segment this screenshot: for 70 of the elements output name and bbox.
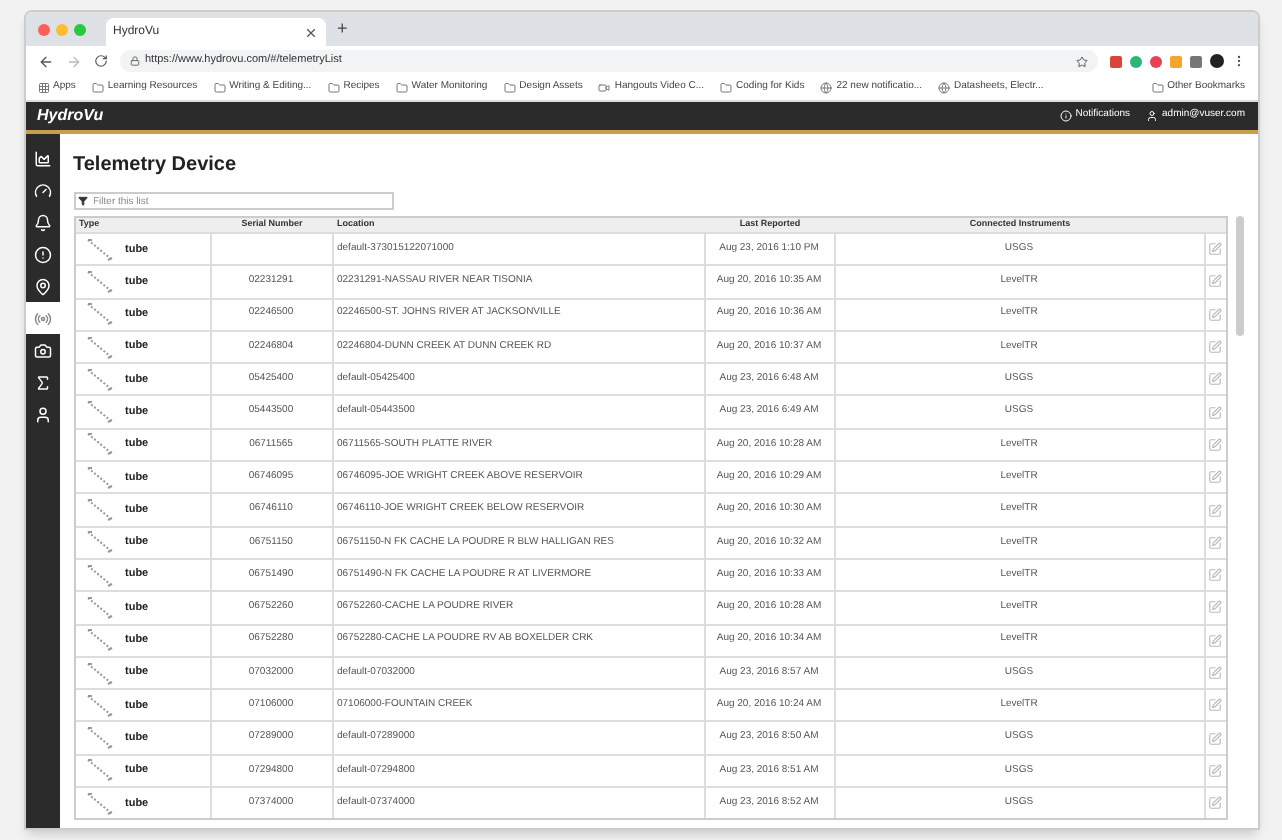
edit-icon[interactable] bbox=[1208, 503, 1222, 518]
folder-icon bbox=[720, 82, 733, 94]
user-icon bbox=[33, 405, 51, 423]
edit-icon[interactable] bbox=[1208, 372, 1222, 387]
close-icon[interactable] bbox=[303, 25, 317, 39]
bell-icon bbox=[33, 213, 51, 231]
logo[interactable]: HydroVu bbox=[37, 104, 104, 128]
edit-icon[interactable] bbox=[1208, 437, 1222, 452]
tube-icon bbox=[85, 758, 113, 783]
folder-icon bbox=[503, 82, 516, 94]
tube-icon bbox=[85, 400, 113, 425]
folder-icon bbox=[91, 82, 104, 94]
globe-icon bbox=[938, 82, 951, 94]
page-title: Telemetry Device bbox=[73, 152, 239, 180]
tube-icon bbox=[85, 269, 113, 294]
tube-icon bbox=[85, 628, 113, 653]
edit-icon[interactable] bbox=[1208, 698, 1222, 713]
video-icon bbox=[598, 82, 611, 94]
edit-icon[interactable] bbox=[1208, 633, 1222, 648]
tube-icon bbox=[85, 237, 113, 262]
edit-icon[interactable] bbox=[1208, 666, 1222, 680]
info-icon bbox=[1059, 110, 1072, 122]
edit-icon[interactable] bbox=[1208, 796, 1222, 811]
edit-icon[interactable] bbox=[1208, 242, 1222, 257]
tube-icon bbox=[85, 563, 113, 588]
back-icon[interactable] bbox=[37, 53, 53, 69]
tube-icon bbox=[85, 367, 113, 392]
folder-icon bbox=[1151, 82, 1164, 94]
filter-icon bbox=[77, 196, 87, 206]
tube-icon bbox=[85, 661, 113, 685]
tube-icon bbox=[85, 791, 113, 816]
chart-icon bbox=[33, 149, 51, 167]
new-tab-button[interactable]: + bbox=[337, 15, 348, 43]
tube-icon bbox=[85, 530, 113, 555]
tube-icon bbox=[85, 302, 113, 327]
user-icon bbox=[1146, 110, 1159, 122]
globe-icon bbox=[820, 82, 833, 94]
edit-icon[interactable] bbox=[1208, 535, 1222, 550]
folder-icon bbox=[395, 82, 408, 94]
edit-icon[interactable] bbox=[1208, 274, 1222, 289]
signal-icon bbox=[33, 309, 51, 327]
sigma-icon bbox=[33, 373, 51, 391]
edit-icon[interactable] bbox=[1208, 307, 1222, 322]
tube-icon bbox=[85, 465, 113, 490]
edit-icon[interactable] bbox=[1208, 340, 1222, 355]
edit-icon[interactable] bbox=[1208, 470, 1222, 485]
edit-icon[interactable] bbox=[1208, 731, 1222, 746]
edit-icon[interactable] bbox=[1208, 405, 1222, 420]
edit-icon[interactable] bbox=[1208, 600, 1222, 615]
tube-icon bbox=[85, 335, 113, 360]
tube-icon bbox=[85, 726, 113, 751]
tube-icon bbox=[85, 693, 113, 718]
edit-icon[interactable] bbox=[1208, 763, 1222, 778]
alert-icon bbox=[33, 245, 51, 263]
scrollbar[interactable] bbox=[1235, 216, 1243, 336]
folder-icon bbox=[327, 82, 340, 94]
tube-icon bbox=[85, 432, 113, 457]
forward-icon[interactable] bbox=[65, 53, 81, 69]
reload-icon[interactable] bbox=[93, 54, 107, 68]
tube-icon bbox=[85, 498, 113, 523]
pin-icon bbox=[33, 277, 51, 295]
edit-icon[interactable] bbox=[1208, 568, 1222, 583]
grid-icon bbox=[37, 82, 49, 94]
gauge-icon bbox=[33, 181, 51, 199]
camera-icon bbox=[33, 341, 51, 359]
star-icon[interactable] bbox=[1075, 55, 1087, 67]
profile-icon[interactable] bbox=[1209, 54, 1223, 68]
lock-icon bbox=[129, 56, 139, 66]
folder-icon bbox=[213, 82, 226, 94]
tube-icon bbox=[85, 595, 113, 620]
